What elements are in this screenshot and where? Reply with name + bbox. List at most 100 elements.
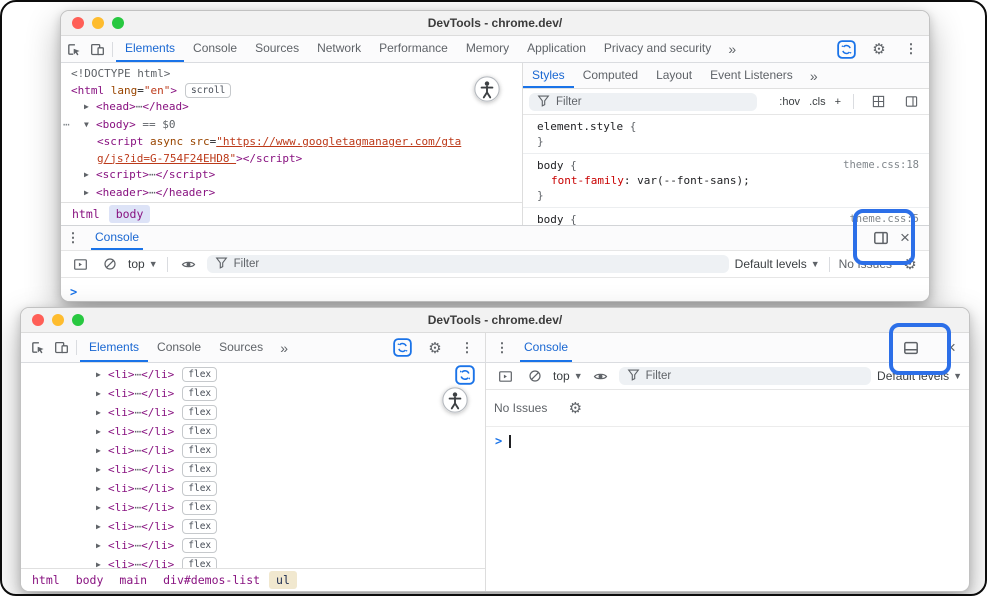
disclosure-arrow-icon[interactable]: ▶ bbox=[96, 423, 108, 441]
breadcrumb-html[interactable]: html bbox=[65, 205, 107, 223]
grid-icon[interactable] bbox=[866, 95, 890, 108]
console-settings-gear-icon[interactable]: ⚙ bbox=[563, 399, 587, 417]
clear-console-icon[interactable] bbox=[98, 257, 122, 271]
dom-node-line[interactable]: ▶<li>⋯</li>flex bbox=[21, 385, 485, 404]
issues-counter[interactable]: No Issues bbox=[494, 401, 547, 415]
badge-flex[interactable]: flex bbox=[182, 443, 217, 458]
dom-node-line[interactable]: ▶<li>⋯</li>flex bbox=[21, 461, 485, 480]
tab-console[interactable]: Console bbox=[148, 333, 210, 362]
zoom-window-button[interactable] bbox=[112, 17, 124, 29]
breadcrumb-div-demos-list[interactable]: div#demos-list bbox=[156, 571, 267, 589]
log-levels-dropdown[interactable]: Default levels▼ bbox=[877, 369, 962, 383]
sync-extension-icon[interactable] bbox=[390, 338, 415, 357]
device-toolbar-icon[interactable] bbox=[49, 333, 73, 362]
tab-sources[interactable]: Sources bbox=[246, 36, 308, 62]
more-panels-icon[interactable]: » bbox=[272, 333, 296, 362]
accessibility-icon[interactable] bbox=[474, 76, 500, 102]
tab-privacy-and-security[interactable]: Privacy and security bbox=[595, 36, 720, 62]
titlebar[interactable]: DevTools - chrome.dev/ bbox=[61, 11, 929, 36]
dom-node-line[interactable]: <!DOCTYPE html> bbox=[61, 66, 522, 83]
disclosure-arrow-icon[interactable]: ▶ bbox=[96, 499, 108, 517]
log-levels-dropdown[interactable]: Default levels▼ bbox=[735, 257, 820, 271]
dom-node-line[interactable]: <script async src="https://www.googletag… bbox=[61, 134, 467, 167]
badge-flex[interactable]: flex bbox=[182, 557, 217, 568]
dom-node-line[interactable]: ▶<li>⋯</li>flex bbox=[21, 537, 485, 556]
stylesheet-link[interactable]: theme.css:5 bbox=[849, 212, 919, 225]
tab-console[interactable]: Console bbox=[520, 333, 572, 362]
styles-filter-input[interactable]: Filter bbox=[529, 93, 757, 111]
badge-flex[interactable]: flex bbox=[182, 481, 217, 496]
minimize-window-button[interactable] bbox=[52, 314, 64, 326]
disclosure-arrow-icon[interactable]: ▶ bbox=[84, 99, 96, 116]
more-sidebar-tabs-icon[interactable]: » bbox=[802, 63, 826, 88]
tab-console[interactable]: Console bbox=[184, 36, 246, 62]
badge-flex[interactable]: flex bbox=[182, 405, 217, 420]
tab-elements[interactable]: Elements bbox=[116, 36, 184, 62]
rule-selector[interactable]: element.style bbox=[537, 120, 623, 133]
clear-console-icon[interactable] bbox=[523, 369, 547, 383]
rule-selector[interactable]: body bbox=[537, 159, 564, 172]
breadcrumb-body[interactable]: body bbox=[109, 205, 151, 223]
console-filter-input[interactable]: Filter bbox=[619, 367, 871, 385]
dock-to-bottom-icon[interactable] bbox=[899, 340, 923, 356]
breadcrumb-html[interactable]: html bbox=[25, 571, 67, 589]
console-sidebar-icon[interactable] bbox=[68, 257, 92, 272]
stylesheet-link[interactable]: theme.css:18 bbox=[843, 158, 919, 173]
dom-node-line[interactable]: ▶<li>⋯</li>flex bbox=[21, 423, 485, 442]
new-style-rule-button[interactable]: + bbox=[835, 96, 841, 108]
tab-layout[interactable]: Layout bbox=[647, 63, 701, 88]
sync-extension-icon[interactable] bbox=[834, 40, 859, 59]
live-expression-eye-icon[interactable] bbox=[177, 257, 201, 272]
badge-flex[interactable]: flex bbox=[182, 538, 217, 553]
dock-side-icon[interactable] bbox=[869, 230, 893, 246]
dom-node-line[interactable]: ▶<li>⋯</li>flex bbox=[21, 499, 485, 518]
tab-computed[interactable]: Computed bbox=[574, 63, 647, 88]
settings-gear-icon[interactable]: ⚙ bbox=[867, 40, 891, 58]
badge-flex[interactable]: flex bbox=[182, 386, 217, 401]
disclosure-arrow-icon[interactable]: ▶ bbox=[84, 185, 96, 202]
inspect-icon[interactable] bbox=[61, 36, 85, 62]
dom-node-line[interactable]: <html lang="en">scroll bbox=[61, 83, 522, 100]
disclosure-arrow-icon[interactable]: ▶ bbox=[84, 167, 96, 184]
breadcrumb-body[interactable]: body bbox=[69, 571, 111, 589]
tab-network[interactable]: Network bbox=[308, 36, 370, 62]
dom-node-line[interactable]: ▶<li>⋯</li>flex bbox=[21, 366, 485, 385]
disclosure-arrow-icon[interactable]: ▶ bbox=[96, 385, 108, 403]
titlebar[interactable]: DevTools - chrome.dev/ bbox=[21, 308, 969, 333]
dom-node-line[interactable]: ▶<li>⋯</li>flex bbox=[21, 442, 485, 461]
close-devtools-icon[interactable]: × bbox=[939, 339, 963, 356]
badge-flex[interactable]: flex bbox=[182, 462, 217, 477]
console-prompt[interactable]: > bbox=[61, 278, 929, 302]
tab-application[interactable]: Application bbox=[518, 36, 595, 62]
tab-sources[interactable]: Sources bbox=[210, 333, 272, 362]
disclosure-arrow-icon[interactable]: ▶ bbox=[96, 556, 108, 568]
console-settings-gear-icon[interactable]: ⚙ bbox=[898, 255, 922, 273]
close-window-button[interactable] bbox=[72, 17, 84, 29]
tab-styles[interactable]: Styles bbox=[523, 63, 574, 88]
live-expression-eye-icon[interactable] bbox=[589, 369, 613, 384]
drawer-menu-icon[interactable]: ⋮ bbox=[61, 230, 85, 246]
badge-flex[interactable]: flex bbox=[182, 367, 217, 382]
close-window-button[interactable] bbox=[32, 314, 44, 326]
disclosure-arrow-icon[interactable]: ▶ bbox=[96, 461, 108, 479]
badge-flex[interactable]: flex bbox=[182, 500, 217, 515]
tab-elements[interactable]: Elements bbox=[80, 333, 148, 362]
settings-gear-icon[interactable]: ⚙ bbox=[423, 339, 447, 357]
console-sidebar-icon[interactable] bbox=[493, 369, 517, 384]
dom-node-line[interactable]: ▶<li>⋯</li>flex bbox=[21, 480, 485, 499]
disclosure-arrow-icon[interactable]: ▶ bbox=[96, 537, 108, 555]
disclosure-arrow-icon[interactable]: ▶ bbox=[96, 366, 108, 384]
element-classes-button[interactable]: .cls bbox=[809, 96, 826, 108]
issues-counter[interactable]: No Issues bbox=[839, 257, 892, 271]
close-drawer-icon[interactable]: × bbox=[893, 229, 917, 246]
device-toolbar-icon[interactable] bbox=[85, 36, 109, 62]
dom-node-line[interactable]: ▶<li>⋯</li>flex bbox=[21, 518, 485, 537]
tab-performance[interactable]: Performance bbox=[370, 36, 457, 62]
dom-node-line[interactable]: ⋯▼<body> == $0 bbox=[61, 117, 522, 135]
dom-node-line[interactable]: ▶<head>⋯</head> bbox=[61, 99, 522, 117]
badge-flex[interactable]: flex bbox=[182, 424, 217, 439]
drawer-tab-console[interactable]: Console bbox=[91, 226, 143, 250]
execution-context-selector[interactable]: top▼ bbox=[553, 369, 583, 383]
tab-event-listeners[interactable]: Event Listeners bbox=[701, 63, 802, 88]
badge-scroll[interactable]: scroll bbox=[185, 83, 231, 98]
